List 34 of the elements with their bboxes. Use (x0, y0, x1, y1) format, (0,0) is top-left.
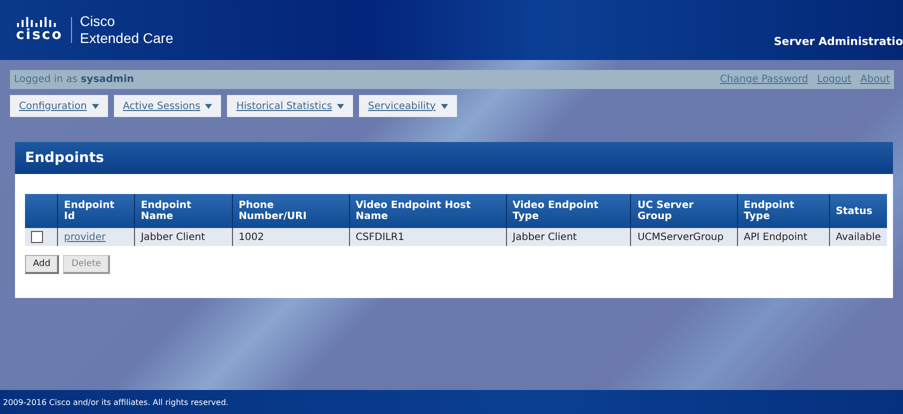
product-name: Cisco (80, 13, 116, 30)
column-header: Endpoint Name (134, 194, 232, 228)
logo-text: cisco (16, 27, 63, 43)
endpoint-link[interactable]: provider (64, 232, 106, 242)
copyright-text: 2009-2016 Cisco and/or its affiliates. All rights reserved. (3, 398, 228, 406)
table-cell: 1002 (232, 228, 350, 246)
product-name: Extended Care (80, 30, 174, 47)
menu-button[interactable]: Historical Statistics (227, 95, 354, 117)
login-text: Logged in as sysadmin (14, 74, 134, 85)
menu-button[interactable]: Configuration (10, 95, 108, 117)
section-title: Server Administratio (774, 35, 903, 48)
caret-icon (440, 104, 448, 108)
table-cell: Jabber Client (506, 228, 631, 246)
column-header: Endpoint Id (58, 194, 134, 228)
logo-bars-icon (16, 17, 58, 27)
caret-icon (337, 104, 344, 108)
table-cell: CSFDILR1 (349, 228, 506, 246)
row-checkbox[interactable] (31, 231, 43, 243)
table-cell: Jabber Client (134, 228, 232, 246)
column-header: Video Endpoint Host Name (349, 194, 506, 228)
menu-button[interactable]: Active Sessions (114, 95, 222, 117)
caret-icon (92, 104, 99, 108)
panel-title: Endpoints (15, 142, 893, 174)
table-cell: API Endpoint (737, 228, 830, 246)
column-header: Status (829, 194, 887, 228)
column-header: Endpoint Type (737, 194, 830, 228)
add-button[interactable]: Add (25, 255, 60, 274)
table-cell: UCMServerGroup (630, 228, 738, 246)
column-header: Phone Number/URI (232, 194, 350, 228)
column-header: UC Server Group (630, 194, 738, 228)
menu-button[interactable]: Serviceability (359, 95, 457, 117)
caret-icon (205, 104, 212, 108)
column-header: Video Endpoint Type (506, 194, 631, 228)
table-cell: Available (829, 228, 887, 246)
